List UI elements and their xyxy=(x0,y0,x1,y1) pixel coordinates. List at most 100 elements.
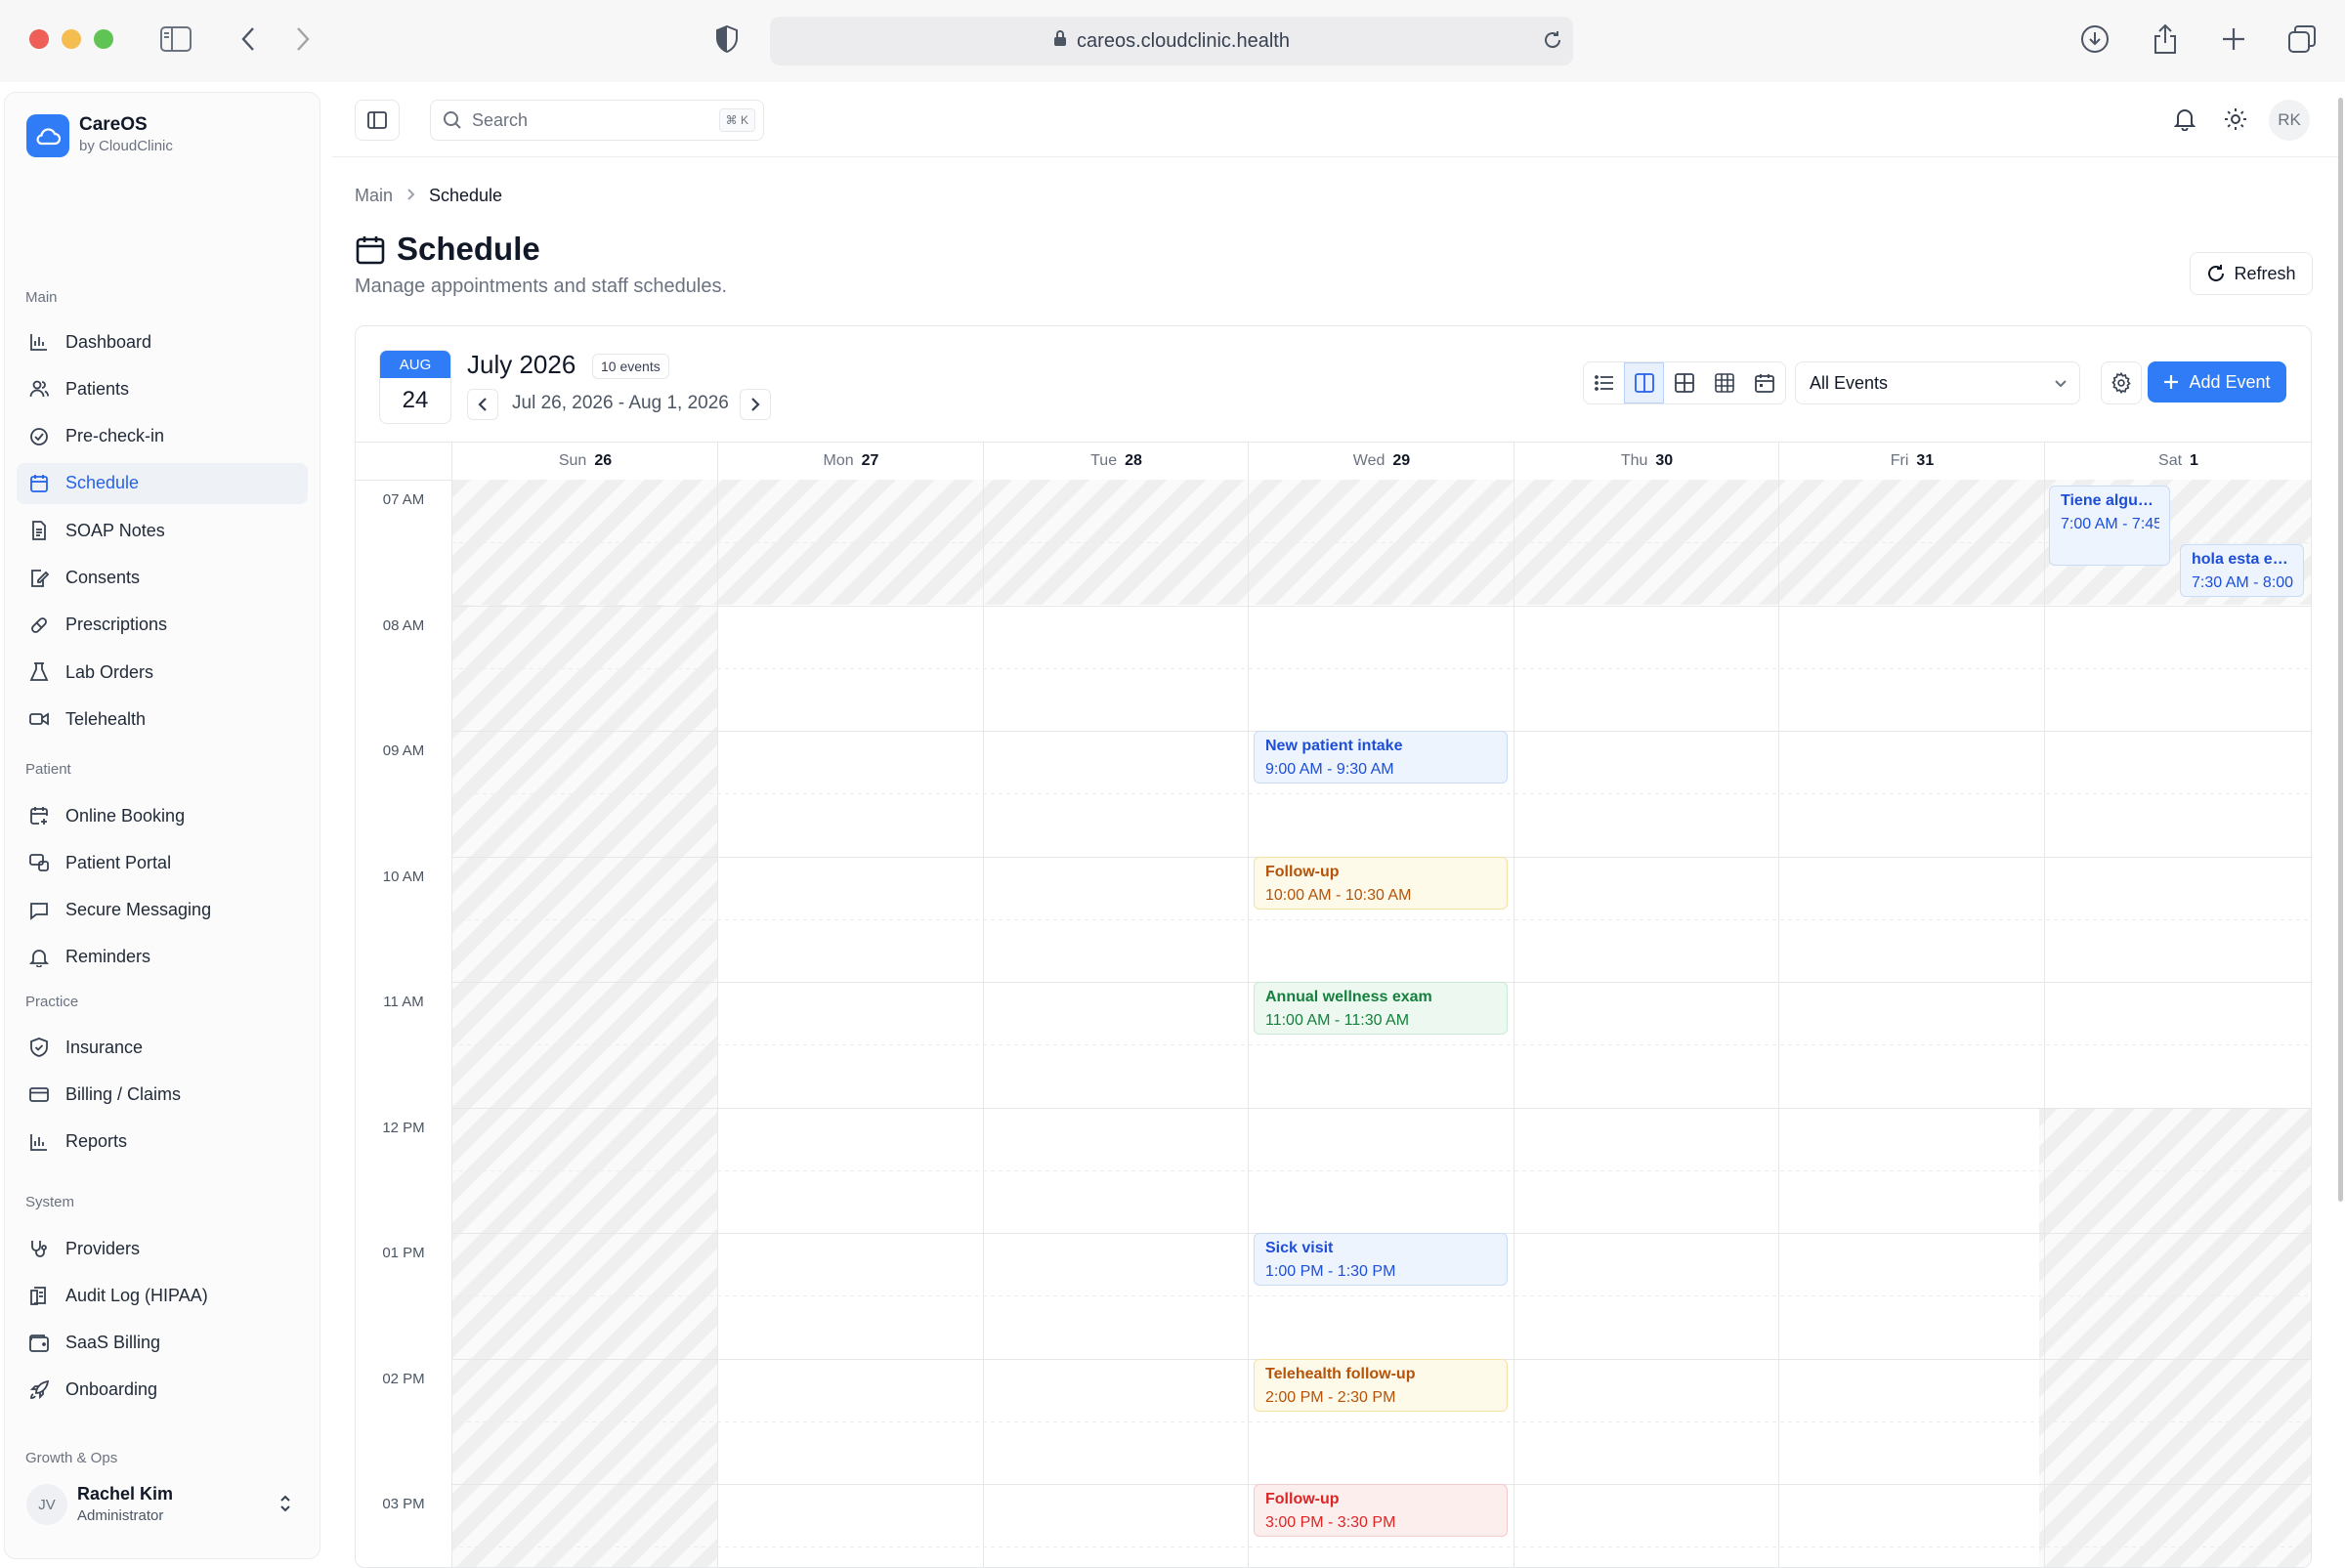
sidebar-item-reports[interactable]: Reports xyxy=(17,1122,308,1163)
new-tab-icon[interactable] xyxy=(2216,21,2251,57)
event-title: Tiene algun... xyxy=(2061,492,2159,509)
bell-icon xyxy=(28,947,50,968)
calendar-icon xyxy=(28,473,50,494)
calendar-event[interactable]: Telehealth follow-up 2:00 PM - 2:30 PM xyxy=(1254,1359,1508,1412)
sidebar-section-title: System xyxy=(25,1194,75,1210)
list-view-button[interactable] xyxy=(1584,362,1624,403)
refresh-button[interactable]: Refresh xyxy=(2190,252,2313,295)
reload-icon[interactable] xyxy=(1542,29,1563,57)
day-header[interactable]: Fri 31 xyxy=(1778,442,2045,481)
breadcrumb-root[interactable]: Main xyxy=(355,186,393,206)
privacy-shield-icon[interactable] xyxy=(709,21,745,57)
date-range: Jul 26, 2026 - Aug 1, 2026 xyxy=(512,393,729,413)
sidebar-item-online-booking[interactable]: Online Booking xyxy=(17,795,308,836)
agenda-view-button[interactable] xyxy=(1744,362,1784,403)
sidebar-item-prescriptions[interactable]: Prescriptions xyxy=(17,605,308,646)
user-menu[interactable]: JV Rachel Kim Administrator xyxy=(17,1470,310,1539)
notifications-button[interactable] xyxy=(2167,102,2202,137)
day-header[interactable]: Sun 26 xyxy=(451,442,718,481)
event-count-badge: 10 events xyxy=(592,354,669,379)
sidebar-item-saas-billing[interactable]: SaaS Billing xyxy=(17,1323,308,1364)
sidebar-item-label: Insurance xyxy=(65,1037,144,1057)
sidebar-item-label: Lab Orders xyxy=(65,661,154,682)
calendar-card: AUG 24 July 2026 10 events Jul 26, 2026 … xyxy=(355,325,2312,1568)
sidebar-item-secure-messaging[interactable]: Secure Messaging xyxy=(17,890,308,931)
calendar-event[interactable]: Follow-up 3:00 PM - 3:30 PM xyxy=(1254,1484,1508,1537)
day-header[interactable]: Thu 30 xyxy=(1514,442,1779,481)
avatar: JV xyxy=(26,1484,67,1525)
theme-toggle-button[interactable] xyxy=(2218,102,2253,137)
sidebar-item-onboarding[interactable]: Onboarding xyxy=(17,1370,308,1411)
forward-icon[interactable] xyxy=(285,21,320,57)
sidebar-item-telehealth[interactable]: Telehealth xyxy=(17,699,308,740)
event-title: Annual wellness exam xyxy=(1265,989,1432,1005)
sidebar-item-soap-notes[interactable]: SOAP Notes xyxy=(17,510,308,551)
lock-icon xyxy=(1053,29,1067,53)
day-header[interactable]: Sat 1 xyxy=(2044,442,2311,481)
calendar-event[interactable]: Tiene algun... 7:00 AM - 7:45 xyxy=(2049,486,2170,566)
download-icon[interactable] xyxy=(2077,21,2112,57)
calendar-settings-button[interactable] xyxy=(2101,361,2142,404)
sidebar-toggle-icon[interactable] xyxy=(158,21,193,57)
stethoscope-icon xyxy=(28,1238,50,1259)
sidebar-item-patient-portal[interactable]: Patient Portal xyxy=(17,842,308,883)
week-view-button[interactable] xyxy=(1624,362,1664,403)
hour-line xyxy=(451,1107,2311,1109)
sidebar-item-label: Audit Log (HIPAA) xyxy=(65,1285,208,1305)
sidebar-item-insurance[interactable]: Insurance xyxy=(17,1027,308,1068)
sidebar-item-label: Secure Messaging xyxy=(65,900,212,920)
day-header[interactable]: Tue 28 xyxy=(983,442,1249,481)
next-week-button[interactable] xyxy=(740,389,771,420)
day-header[interactable]: Mon 27 xyxy=(717,442,984,481)
wallet-icon xyxy=(28,1333,50,1354)
brand-subtitle: by CloudClinic xyxy=(79,138,173,154)
sidebar-item-providers[interactable]: Providers xyxy=(17,1228,308,1269)
sidebar-item-dashboard[interactable]: Dashboard xyxy=(17,321,308,362)
calendar-event[interactable]: Follow-up 10:00 AM - 10:30 AM xyxy=(1254,857,1508,910)
chevron-right-icon xyxy=(406,186,416,208)
year-view-button[interactable] xyxy=(1704,362,1744,403)
month-view-button[interactable] xyxy=(1664,362,1704,403)
prev-week-button[interactable] xyxy=(467,389,498,420)
sidebar-section-title: Practice xyxy=(25,994,79,1010)
page-scrollbar[interactable] xyxy=(2338,98,2343,1202)
event-title: New patient intake xyxy=(1265,738,1403,754)
hour-line xyxy=(451,605,2311,607)
calendar-event[interactable]: Annual wellness exam 11:00 AM - 11:30 AM xyxy=(1254,982,1508,1035)
address-bar[interactable]: careos.cloudclinic.health xyxy=(770,17,1573,65)
user-name: Rachel Kim xyxy=(77,1484,174,1504)
close-window-button[interactable] xyxy=(29,29,49,49)
day-number: 31 xyxy=(1916,452,1935,469)
chevron-right-icon xyxy=(751,398,760,411)
day-column-divider xyxy=(717,480,718,1567)
maximize-window-button[interactable] xyxy=(94,29,113,49)
sidebar-item-consents[interactable]: Consents xyxy=(17,558,308,599)
tabs-overview-icon[interactable] xyxy=(2284,21,2320,57)
calendar-event[interactable]: New patient intake 9:00 AM - 9:30 AM xyxy=(1254,731,1508,784)
minimize-window-button[interactable] xyxy=(62,29,81,49)
day-header[interactable]: Wed 29 xyxy=(1248,442,1514,481)
sidebar-item-schedule[interactable]: Schedule xyxy=(17,462,308,504)
add-event-button[interactable]: Add Event xyxy=(2148,361,2286,403)
sidebar-item-billing-claims[interactable]: Billing / Claims xyxy=(17,1074,308,1115)
search-input[interactable]: Search ⌘ K xyxy=(430,100,764,141)
unavailable-block xyxy=(2039,1108,2311,1567)
day-column-divider xyxy=(1248,480,1249,1567)
calendar-event[interactable]: hola esta es... 7:30 AM - 8:00 xyxy=(2180,544,2304,597)
sidebar-item-audit-log-hipaa[interactable]: Audit Log (HIPAA) xyxy=(17,1275,308,1316)
user-avatar-button[interactable]: RK xyxy=(2269,100,2310,141)
sidebar-section-title: Growth & Ops xyxy=(25,1450,118,1466)
back-icon[interactable] xyxy=(231,21,266,57)
sidebar-item-pre-check-in[interactable]: Pre-check-in xyxy=(17,416,308,457)
event-filter-select[interactable]: All Events xyxy=(1795,361,2080,404)
calendar-event[interactable]: Sick visit 1:00 PM - 1:30 PM xyxy=(1254,1233,1508,1286)
sidebar-item-lab-orders[interactable]: Lab Orders xyxy=(17,652,308,693)
sidebar-item-patients[interactable]: Patients xyxy=(17,368,308,409)
toggle-sidebar-button[interactable] xyxy=(355,100,400,141)
share-icon[interactable] xyxy=(2148,21,2183,57)
calendar-plus-icon xyxy=(28,805,50,826)
chevron-up-down-icon[interactable] xyxy=(278,1492,292,1520)
sidebar-item-reminders[interactable]: Reminders xyxy=(17,937,308,978)
plus-icon xyxy=(2164,375,2179,389)
today-date-badge[interactable]: AUG 24 xyxy=(379,350,451,424)
